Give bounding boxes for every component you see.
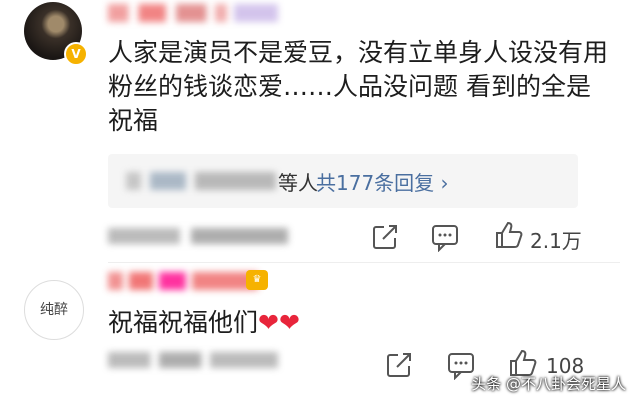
verified-badge-icon: V: [64, 42, 88, 66]
divider: [108, 262, 620, 263]
username-blurred[interactable]: [108, 4, 278, 22]
comment-text: 人家是演员不是爱豆，没有立单身人设没有用粉丝的钱谈恋爱……人品没问题 看到的全是…: [108, 38, 609, 135]
comment-meta-blurred: [108, 228, 288, 244]
view-replies-link[interactable]: 共177条回复 ›: [316, 167, 449, 196]
like-count: 2.1万: [530, 229, 582, 253]
comment-body: 祝福祝福他们: [108, 308, 259, 337]
watermark: 头条 @不八卦会死星人: [471, 375, 626, 393]
avatar-text: 纯醉: [40, 302, 68, 318]
comment-text: 祝福祝福他们❤❤: [108, 308, 300, 338]
heart-icon: ❤❤: [258, 308, 300, 337]
comment-meta-blurred: [108, 352, 278, 368]
avatar[interactable]: 纯醉: [24, 280, 84, 340]
comment-icon[interactable]: [430, 222, 460, 252]
like-icon[interactable]: [494, 220, 524, 250]
username-blurred[interactable]: [108, 272, 258, 290]
reply-names-blurred: [126, 172, 276, 190]
replies-suffix: 等人: [278, 171, 318, 195]
crown-badge-icon: ♛: [246, 270, 268, 290]
replies-box[interactable]: 等人 共177条回复 ›: [108, 154, 578, 208]
share-icon[interactable]: [384, 350, 414, 380]
share-icon[interactable]: [370, 222, 400, 252]
